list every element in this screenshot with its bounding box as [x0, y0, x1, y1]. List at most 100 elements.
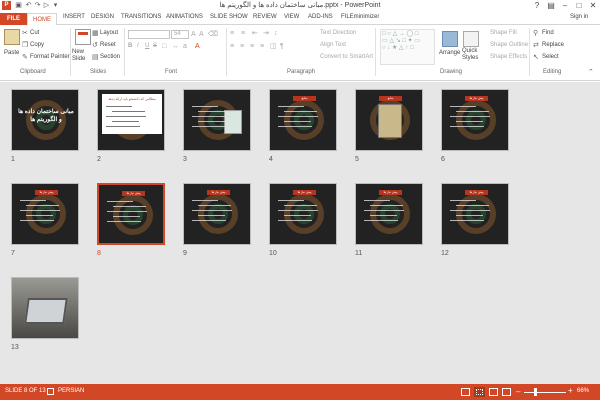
slide-sorter-view-icon[interactable]	[474, 387, 485, 397]
slide-sorter: مبانی ساختمان داده ها و الگوریتم ها 1 مطال…	[0, 82, 600, 384]
collapse-ribbon-icon[interactable]: ⌃	[588, 69, 594, 77]
rtl-icon[interactable]: ¶	[280, 43, 284, 51]
tab-transitions[interactable]: TRANSITIONS	[121, 14, 161, 20]
slide-thumbnail[interactable]: پیش نیاز ها	[441, 89, 509, 151]
slide-thumbnail[interactable]	[11, 277, 79, 339]
slide-thumbnail[interactable]: منابع	[355, 89, 423, 151]
tab-fileminimizer[interactable]: FILEminimizer	[341, 14, 379, 20]
slide-text-line	[456, 205, 489, 206]
shape-effects-button[interactable]: Shape Effects	[490, 54, 527, 60]
decrease-indent-icon[interactable]: ⇤	[252, 30, 258, 38]
tab-file[interactable]: FILE	[0, 13, 27, 25]
slide-thumbnail[interactable]: مبانی ساختمان داده ها و الگوریتم ها	[11, 89, 79, 151]
arrange-icon[interactable]	[442, 31, 458, 47]
spellcheck-icon[interactable]	[47, 388, 54, 395]
line-spacing-icon[interactable]: ↕	[274, 30, 278, 38]
slide-thumbnail[interactable]: پیش نیاز ها	[97, 183, 165, 245]
cut-button[interactable]: Cut	[30, 30, 39, 36]
layout-button[interactable]: Layout	[100, 30, 118, 36]
slide-thumbnail[interactable]: منابع	[269, 89, 337, 151]
slide-text-line	[192, 200, 218, 201]
replace-icon: ⇄	[533, 42, 539, 49]
shape-fill-button[interactable]: Shape Fill	[490, 30, 517, 36]
shape-outline-button[interactable]: Shape Outline	[490, 42, 528, 48]
section-button[interactable]: Section	[100, 54, 120, 60]
slide-title: پیش نیاز ها	[293, 190, 316, 195]
bold-button[interactable]: B	[128, 43, 132, 49]
zoom-slider[interactable]	[524, 392, 566, 393]
italic-button[interactable]: I	[137, 43, 139, 49]
tab-review[interactable]: REVIEW	[253, 14, 277, 20]
close-button[interactable]: ✕	[586, 0, 600, 11]
font-name-input[interactable]	[128, 30, 170, 39]
zoom-slider-handle[interactable]	[534, 388, 537, 396]
new-slide-icon[interactable]	[75, 29, 91, 45]
replace-button[interactable]: Replace	[542, 42, 564, 48]
slide-text-line	[106, 106, 132, 107]
font-size-input[interactable]: 54	[171, 30, 189, 39]
strikethrough-button[interactable]: S	[153, 43, 157, 49]
reset-button[interactable]: Reset	[100, 42, 116, 48]
slide-picture	[378, 104, 402, 138]
columns-icon[interactable]: ◫	[270, 43, 277, 51]
zoom-out-button[interactable]: –	[516, 387, 520, 396]
minimize-button[interactable]: –	[558, 0, 572, 11]
quick-styles-button[interactable]: Quick Styles	[462, 48, 480, 62]
slide-thumbnail[interactable]: مطالبی که دانشجو باید ارائه بدهد	[97, 89, 165, 151]
clear-formatting-icon[interactable]: ⌫	[208, 31, 218, 39]
select-button[interactable]: Select	[542, 54, 559, 60]
tab-insert[interactable]: INSERT	[63, 14, 85, 20]
shapes-gallery[interactable]: □ ○ △ → ◯ □ ▭ △ ↘ □ ✦ ▭ ○ ↓ ★ △ ↑ □	[380, 29, 435, 65]
sign-in-link[interactable]: Sign in	[570, 14, 588, 20]
tab-slide-show[interactable]: SLIDE SHOW	[210, 14, 248, 20]
quick-styles-icon[interactable]	[463, 31, 479, 47]
slide-number: 8	[97, 250, 101, 257]
language-indicator[interactable]: PERSIAN	[58, 388, 84, 394]
tab-view[interactable]: VIEW	[284, 14, 299, 20]
new-slide-button[interactable]: New Slide	[72, 49, 92, 63]
slide-thumbnail[interactable]: پیش نیاز ها	[269, 183, 337, 245]
decrease-font-icon[interactable]: A	[199, 31, 204, 39]
slide-text-line	[278, 200, 304, 201]
find-button[interactable]: Find	[542, 30, 554, 36]
paste-button[interactable]: Paste	[4, 50, 19, 56]
reading-view-icon[interactable]	[489, 388, 498, 396]
increase-font-icon[interactable]: A	[191, 31, 196, 39]
slide-thumbnail[interactable]: پیش نیاز ها	[355, 183, 423, 245]
format-painter-button[interactable]: Format Painter	[30, 54, 70, 60]
text-direction-button[interactable]: Text Direction	[320, 30, 356, 36]
increase-indent-icon[interactable]: ⇥	[263, 30, 269, 38]
slide-thumbnail[interactable]: پیش نیاز ها	[11, 183, 79, 245]
copy-button[interactable]: Copy	[30, 42, 44, 48]
restore-button[interactable]: □	[572, 0, 586, 11]
slide-background-graphic	[294, 110, 314, 130]
bullets-icon[interactable]: ≡	[230, 30, 234, 38]
char-spacing-icon[interactable]: ↔	[172, 43, 179, 51]
help-button[interactable]: ?	[530, 0, 544, 11]
shadow-icon[interactable]: □	[162, 43, 166, 51]
ribbon-display-icon[interactable]: ▤	[544, 0, 558, 11]
arrange-button[interactable]: Arrange	[439, 50, 460, 56]
slide-thumbnail[interactable]: پیش نیاز ها	[441, 183, 509, 245]
underline-button[interactable]: U	[145, 43, 149, 49]
tab-design[interactable]: DESIGN	[91, 14, 114, 20]
tab-add-ins[interactable]: ADD-INS	[308, 14, 333, 20]
paste-icon[interactable]	[4, 29, 20, 45]
title-bar: P ▣ ↶ ↷ ▷ ▾ مبانی ساختمان داده ها و الگو…	[0, 0, 600, 12]
align-text-button[interactable]: Align Text	[320, 42, 346, 48]
slide-thumbnail[interactable]	[183, 89, 251, 151]
align-center-icon[interactable]: ≡	[240, 43, 244, 51]
numbering-icon[interactable]: ≡	[241, 30, 245, 38]
tab-animations[interactable]: ANIMATIONS	[166, 14, 203, 20]
zoom-in-button[interactable]: +	[568, 386, 573, 395]
change-case-icon[interactable]: a	[183, 43, 187, 51]
font-color-icon[interactable]: A	[195, 43, 200, 51]
align-right-icon[interactable]: ≡	[250, 43, 254, 51]
slideshow-view-icon[interactable]	[502, 388, 511, 396]
normal-view-icon[interactable]	[461, 388, 470, 396]
align-left-icon[interactable]: ≡	[230, 43, 234, 51]
convert-smartart-button[interactable]: Convert to SmartArt	[320, 54, 373, 60]
zoom-level[interactable]: 66%	[577, 388, 589, 394]
slide-thumbnail[interactable]: پیش نیاز ها	[183, 183, 251, 245]
justify-icon[interactable]: ≡	[260, 43, 264, 51]
